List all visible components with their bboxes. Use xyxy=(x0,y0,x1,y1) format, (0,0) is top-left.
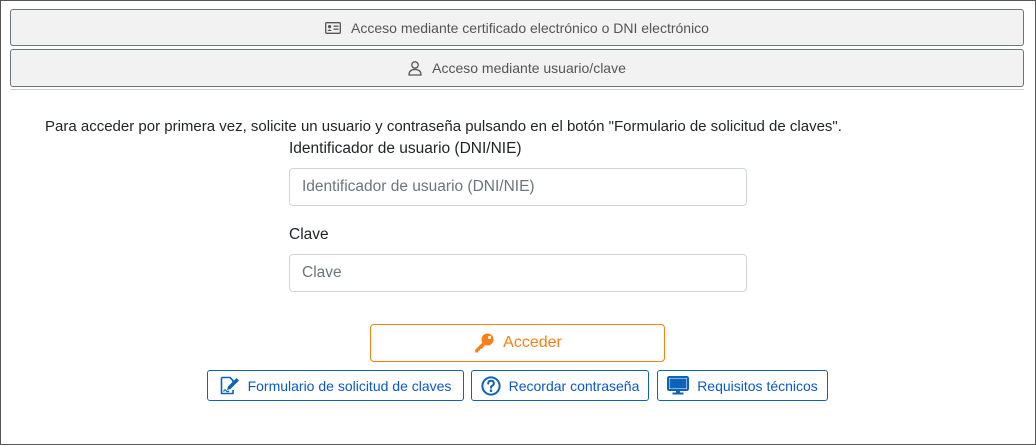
acceder-button[interactable]: Acceder xyxy=(370,324,665,362)
password-label: Clave xyxy=(289,226,329,243)
user-icon xyxy=(408,60,422,76)
accordion-certificate-button[interactable]: Acceso mediante certificado electrónico … xyxy=(10,9,1024,46)
form-request-button[interactable]: Formulario de solicitud de claves xyxy=(207,370,464,401)
user-id-input[interactable] xyxy=(289,168,747,206)
monitor-icon xyxy=(667,376,690,395)
intro-text: Para acceder por primera vez, solicite u… xyxy=(45,118,842,135)
form-request-label: Formulario de solicitud de claves xyxy=(247,377,452,394)
remember-password-label: Recordar contraseña xyxy=(508,377,640,394)
question-circle-icon xyxy=(481,375,501,396)
technical-requirements-button[interactable]: Requisitos técnicos xyxy=(657,370,828,401)
user-id-label: Identificador de usuario (DNI/NIE) xyxy=(289,140,522,157)
login-frame: Acceso mediante certificado electrónico … xyxy=(0,0,1036,445)
accordion-certificate-label: Acceso mediante certificado electrónico … xyxy=(351,19,709,36)
edit-document-icon xyxy=(220,376,240,395)
remember-password-button[interactable]: Recordar contraseña xyxy=(471,370,649,401)
acceder-label: Acceder xyxy=(503,334,562,351)
key-icon xyxy=(473,332,495,354)
technical-requirements-label: Requisitos técnicos xyxy=(697,377,818,394)
accordion-userpass-button[interactable]: Acceso mediante usuario/clave xyxy=(10,49,1024,87)
accordion-userpass-label: Acceso mediante usuario/clave xyxy=(432,60,626,76)
password-input[interactable] xyxy=(289,254,747,292)
id-card-icon xyxy=(325,21,341,34)
panel-divider xyxy=(10,89,1024,90)
